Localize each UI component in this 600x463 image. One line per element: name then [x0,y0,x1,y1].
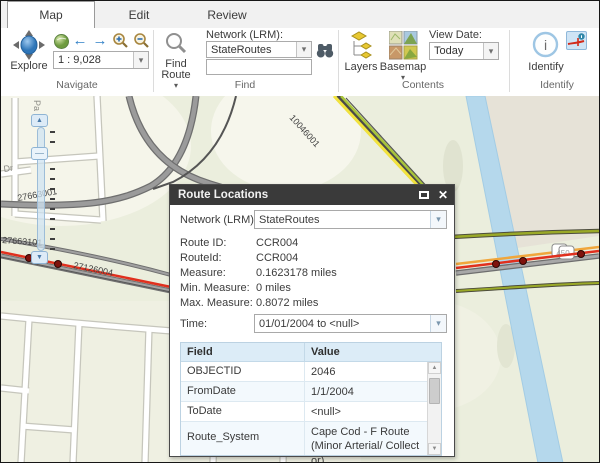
field-column-header: Field [181,343,305,361]
network-combobox[interactable]: StateRoutes ▾ [254,210,447,229]
table-row[interactable]: ToDate <null> [181,402,427,422]
tab-review[interactable]: Review [183,1,271,28]
identify-button[interactable]: i [531,30,559,58]
identify-icon: i [532,31,558,57]
explore-button[interactable] [11,29,47,61]
application-window: Map Edit Review Explore ← → 1: 9,028 ▾ … [0,0,600,463]
scroll-down-icon[interactable]: ▼ [428,443,441,455]
explore-compass-icon [13,30,45,60]
time-label: Time: [180,318,208,330]
group-label-navigate: Navigate [56,79,98,91]
slider-thumb[interactable] [31,147,48,160]
view-date-label: View Date: [429,29,482,41]
group-label-find: Find [234,79,256,91]
measure-label: Measure: [180,267,226,279]
max-measure-value: 0.8072 miles [256,297,319,309]
scroll-up-icon[interactable]: ▲ [428,362,441,374]
close-icon[interactable]: ✕ [438,189,448,201]
identify-route-icon [567,33,585,46]
cell-field: FromDate [181,382,305,401]
chevron-down-icon[interactable]: ▾ [430,315,446,332]
time-combobox[interactable]: 01/01/2004 to <null> ▾ [254,314,447,333]
group-label-contents: Contents [401,79,445,91]
group-separator [509,30,510,92]
min-measure-label: Min. Measure: [180,282,250,294]
route-input[interactable] [206,59,312,75]
next-extent-icon[interactable]: → [91,31,109,49]
basemap-button[interactable] [387,30,419,60]
view-date-combobox[interactable]: Today ▾ [429,42,499,60]
network-lrm-label: Network (LRM): [206,29,284,41]
network-value: StateRoutes [259,213,320,226]
find-route-dropdown-icon[interactable]: ▾ [166,81,186,90]
measure-value: 0.1623178 miles [256,267,337,279]
ribbon-body: Explore ← → 1 : 9,028 ▾ Navigate Find Ro… [1,28,599,96]
cell-field: ToDate [181,402,305,421]
ribbon: Map Edit Review Explore ← → 1: 9,028 ▾ … [1,1,599,96]
maximize-icon[interactable] [418,191,429,199]
slider-up-button[interactable]: ▲ [31,114,48,127]
full-extent-globe-icon[interactable] [53,33,69,49]
route-id-value: CCR004 [256,237,299,249]
find-route-label-2: Route [161,69,191,81]
zoom-in-icon[interactable] [111,31,129,49]
slider-down-button[interactable]: ▼ [31,251,48,264]
slider-track[interactable] [37,127,45,251]
layers-label: Layers [344,61,378,73]
chevron-down-icon[interactable]: ▾ [430,211,446,228]
table-header: Field Value [181,343,441,362]
dialog-title: Route Locations [178,189,269,201]
layers-icon [350,30,372,59]
cell-value: 1/1/2004 [311,386,354,398]
cell-field: Route_System [181,422,305,455]
attributes-table: Field Value OBJECTID 2046 FromDate 1/1/2… [180,342,442,463]
network-lrm-combobox[interactable]: StateRoutes ▾ [206,41,312,58]
tab-edit[interactable]: Edit [95,1,183,28]
route-locations-dialog: Route Locations ✕ Network (LRM): StateRo… [169,184,455,463]
table-row[interactable]: FromDate 1/1/2004 [181,382,427,402]
routeid-label: RouteId: [180,252,222,264]
time-value: 01/01/2004 to <null> [259,317,360,330]
binoculars-icon[interactable] [316,41,334,59]
routeid-value: CCR004 [256,252,299,264]
street-label: Pa [32,100,42,111]
max-measure-label: Max. Measure: [180,297,253,309]
value-column-header: Value [311,346,340,358]
dialog-titlebar[interactable]: Route Locations ✕ [170,185,454,205]
basemap-icon [388,30,417,59]
cell-value: 2046 [311,366,336,378]
svg-text:i: i [543,37,546,53]
chevron-down-icon[interactable]: ▾ [483,43,498,59]
map-scale-value: 1 : 9,028 [58,54,101,66]
view-date-value: Today [434,45,464,57]
previous-extent-icon[interactable]: ← [71,31,89,49]
table-scrollbar[interactable]: ▲ ▼ [427,362,441,455]
chevron-down-icon[interactable]: ▾ [133,52,148,68]
scroll-thumb[interactable] [429,378,440,404]
identify-label: Identify [528,61,564,73]
explore-label: Explore [10,60,48,72]
identify-route-locations-tool[interactable] [566,31,587,50]
network-lrm-value: StateRoutes [211,43,272,56]
zoom-out-icon[interactable] [132,31,150,49]
chevron-down-icon[interactable]: ▾ [296,42,311,57]
table-row[interactable]: Route_System Cape Cod - F Route (Minor A… [181,422,427,463]
basemap-label: Basemap [379,61,427,73]
min-measure-value: 0 miles [256,282,291,294]
cell-value: <null> [311,406,341,418]
group-label-identify: Identify [540,79,574,91]
find-route-button[interactable] [163,30,189,56]
table-row[interactable]: OBJECTID 2046 [181,362,427,382]
map-scale-combobox[interactable]: 1 : 9,028 ▾ [53,51,149,69]
cell-value: Cape Cod - F Route (Minor Arterial/ Coll… [311,426,420,463]
ribbon-tab-bar: Map Edit Review [1,1,599,28]
dialog-body: Network (LRM): StateRoutes ▾ Route ID: C… [170,205,454,463]
layers-button[interactable] [345,30,377,60]
street-label: Dr [3,163,14,174]
network-label: Network (LRM): [180,214,258,226]
route-id-label: Route ID: [180,237,227,249]
cell-field: OBJECTID [181,362,305,381]
tab-map[interactable]: Map [7,1,95,28]
search-icon [166,33,187,54]
